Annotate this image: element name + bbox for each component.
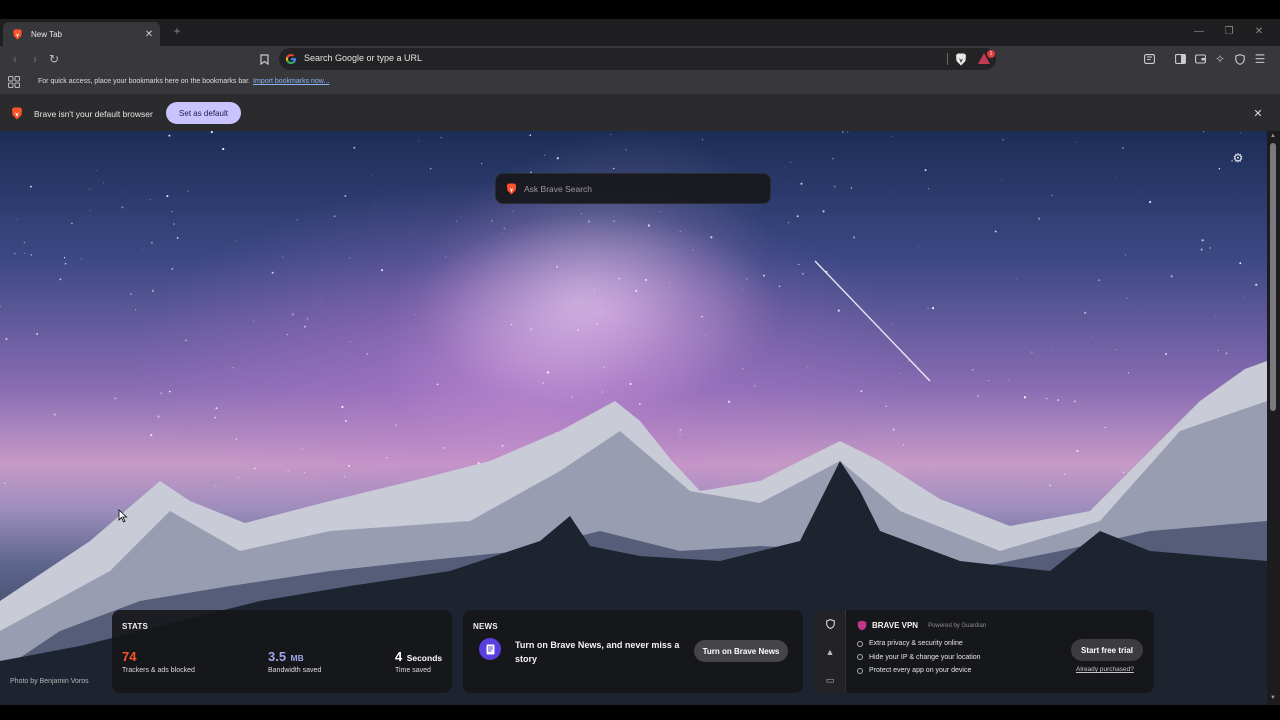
address-bar[interactable]: Search Google or type a URL 1	[279, 48, 996, 70]
brave-rewards-button[interactable]: 1	[977, 50, 995, 67]
scroll-down-arrow-icon[interactable]: ▼	[1270, 695, 1277, 701]
ntp-settings-gear-icon[interactable]: ⚙	[1231, 151, 1245, 165]
vpn-widget: ▲ ▭ BRAVE VPN Powered by Guardian Extra …	[814, 610, 1154, 693]
new-tab-plus-icon[interactable]: +	[170, 24, 184, 38]
stat-bandwidth-label: Bandwidth saved	[268, 667, 322, 674]
address-bar-placeholder: Search Google or type a URL	[304, 53, 423, 63]
import-bookmarks-link[interactable]: Import bookmarks now...	[253, 78, 329, 85]
check-circle-icon	[857, 640, 863, 647]
vpn-powered-by: Powered by Guardian	[928, 623, 986, 629]
turn-on-brave-news-button[interactable]: Turn on Brave News	[694, 640, 788, 662]
stats-widget: STATS 74 Trackers & ads blocked 3.5 MB B…	[112, 610, 452, 693]
close-icon[interactable]: ✕	[142, 27, 156, 41]
bookmarks-bar-message: For quick access, place your bookmarks h…	[38, 78, 329, 85]
vpn-feature-text: Hide your IP & change your location	[869, 653, 981, 661]
stat-bandwidth-value: 3.5	[268, 649, 287, 664]
vpn-powered-by-label: Powered by	[928, 622, 960, 629]
rewards-badge: 1	[987, 50, 995, 58]
vpn-feature-text: Extra privacy & security online	[869, 640, 963, 648]
news-document-icon	[479, 638, 501, 660]
scroll-up-arrow-icon[interactable]: ▲	[1270, 133, 1277, 139]
stat-trackers: 74 Trackers & ads blocked	[122, 648, 195, 674]
vpn-title: BRAVE VPN	[872, 621, 919, 630]
vpn-shield-icon[interactable]	[1232, 51, 1248, 67]
stat-bandwidth-unit: MB	[290, 653, 304, 663]
brave-search-input[interactable]	[524, 180, 764, 198]
stat-trackers-label: Trackers & ads blocked	[122, 667, 195, 674]
widget-switcher: ▲ ▭	[814, 610, 846, 693]
stat-time-unit: Seconds	[406, 653, 443, 663]
vpn-feature-text: Protect every app on your device	[869, 667, 972, 675]
address-bar-divider	[947, 53, 948, 65]
bookmark-icon[interactable]	[256, 51, 272, 67]
vpn-logo-icon	[857, 620, 867, 631]
forward-arrow-icon[interactable]: ›	[27, 51, 43, 67]
scrollbar-thumb[interactable]	[1270, 143, 1276, 411]
new-tab-page-background: ⚙ Photo by Benjamin Voros STATS 74 Track…	[0, 131, 1267, 705]
bookmarks-hint-text: For quick access, place your bookmarks h…	[38, 78, 251, 85]
window-top-band	[0, 0, 1280, 19]
stat-time-label: Time saved	[395, 667, 431, 674]
window-close-icon[interactable]: ✕	[1252, 24, 1266, 38]
news-title: NEWS	[473, 622, 498, 631]
vpn-header: BRAVE VPN Powered by Guardian	[857, 620, 986, 631]
set-as-default-button[interactable]: Set as default	[166, 102, 241, 124]
check-circle-icon	[857, 667, 863, 674]
guardian-logo-text: Guardian	[961, 622, 987, 629]
stats-title: STATS	[122, 622, 149, 631]
stat-time: 4 Seconds Time saved	[395, 648, 442, 674]
news-widget: NEWS Turn on Brave News, and never miss …	[463, 610, 803, 693]
photo-credit[interactable]: Photo by Benjamin Voros	[10, 678, 89, 685]
apps-grid-icon[interactable]	[8, 76, 20, 88]
infobar-close-icon[interactable]: ✕	[1251, 106, 1265, 120]
mouse-cursor-icon	[118, 509, 128, 523]
stat-bandwidth: 3.5 MB Bandwidth saved	[268, 648, 321, 674]
vpn-tab-shield-icon[interactable]	[824, 618, 836, 630]
brave-shields-icon[interactable]	[955, 53, 967, 66]
vpn-feature-list: Extra privacy & security online Hide you…	[857, 637, 981, 678]
sidebar-icon[interactable]	[1172, 51, 1188, 67]
back-arrow-icon[interactable]: ‹	[7, 51, 23, 67]
minimize-icon[interactable]: —	[1192, 24, 1206, 38]
stat-time-value: 4	[395, 649, 403, 664]
brave-lion-icon	[12, 107, 22, 120]
tab-new-tab[interactable]: New Tab ✕	[3, 22, 160, 46]
leo-ai-icon[interactable]	[1141, 51, 1157, 67]
news-message: Turn on Brave News, and never miss a sto…	[515, 640, 680, 664]
brave-lion-icon	[506, 183, 517, 195]
menu-hamburger-icon[interactable]: ☰	[1252, 51, 1268, 67]
reload-icon[interactable]: ↻	[46, 51, 62, 67]
check-circle-icon	[857, 654, 863, 661]
brave-search-box[interactable]	[495, 173, 771, 204]
vpn-feature-item: Extra privacy & security online	[857, 637, 981, 651]
tab-title: New Tab	[31, 29, 62, 39]
vpn-feature-item: Protect every app on your device	[857, 664, 981, 678]
bookmarks-bar: For quick access, place your bookmarks h…	[0, 72, 1280, 93]
infobar-message: Brave isn't your default browser	[34, 109, 153, 119]
start-free-trial-button[interactable]: Start free trial	[1071, 639, 1143, 661]
brave-lion-icon	[13, 28, 22, 40]
vpn-feature-item: Hide your IP & change your location	[857, 651, 981, 665]
wallet-icon[interactable]	[1192, 51, 1208, 67]
default-browser-infobar: Brave isn't your default browser Set as …	[0, 93, 1280, 131]
maximize-icon[interactable]: ❐	[1222, 24, 1236, 38]
page-scrollbar[interactable]: ▲ ▼	[1267, 131, 1280, 705]
cards-tab-icon[interactable]: ▭	[824, 674, 836, 686]
already-purchased-link[interactable]: Already purchased?	[1076, 666, 1134, 673]
google-g-icon	[286, 54, 296, 64]
tab-strip: New Tab ✕ + — ❐ ✕	[0, 19, 1280, 46]
toolbar: ‹ › ↻ Search Google or type a URL 1 ✧ ☰	[0, 46, 1280, 72]
stat-trackers-value: 74	[122, 649, 137, 664]
sparkle-ai-icon[interactable]: ✧	[1212, 51, 1228, 67]
rewards-tab-triangle-icon[interactable]: ▲	[824, 646, 836, 658]
window-bottom-band	[0, 705, 1280, 720]
